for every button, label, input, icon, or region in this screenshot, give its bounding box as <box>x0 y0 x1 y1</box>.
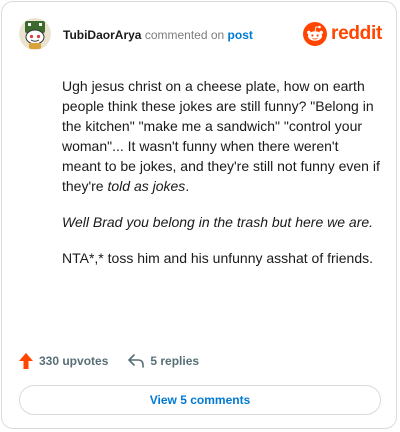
action-text: commented on <box>144 28 225 42</box>
comment-paragraph-2: Well Brad you belong in the trash but he… <box>62 212 380 232</box>
paragraph-1-end: . <box>185 178 190 194</box>
upvote-count: 330 upvotes <box>39 354 109 368</box>
comment-paragraph-3: NTA*,* toss him and his unfunny asshat o… <box>62 250 374 266</box>
upvote-arrow-icon <box>19 353 33 369</box>
reddit-logo[interactable]: reddit <box>303 22 382 46</box>
view-comments-button[interactable]: View 5 comments <box>19 385 381 415</box>
paragraph-2-italic: Well Brad you belong in the trash but he… <box>62 214 374 230</box>
comment-embed-card: TubiDaorArya commented on post reddit Ug… <box>1 1 397 429</box>
comment-actions: 330 upvotes 5 replies <box>19 351 219 371</box>
replies-button[interactable]: 5 replies <box>128 354 199 368</box>
paragraph-1-text: Ugh jesus christ on a cheese plate, how … <box>62 78 380 194</box>
comment-paragraph-1: Ugh jesus christ on a cheese plate, how … <box>62 76 380 196</box>
post-link[interactable]: post <box>228 28 253 42</box>
byline: TubiDaorArya commented on post <box>63 27 253 43</box>
username-link[interactable]: TubiDaorArya <box>63 28 141 42</box>
snoo-avatar-icon <box>19 18 51 50</box>
avatar[interactable] <box>19 18 51 50</box>
comment-body: Ugh jesus christ on a cheese plate, how … <box>62 76 380 284</box>
reply-count: 5 replies <box>150 354 200 368</box>
upvote-button[interactable]: 330 upvotes <box>19 353 108 369</box>
reddit-wordmark: reddit <box>331 23 382 44</box>
reply-icon <box>128 354 145 368</box>
reddit-snoo-icon <box>303 22 328 46</box>
paragraph-1-italic: told as jokes <box>107 178 186 194</box>
comment-header: TubiDaorArya commented on post reddit <box>19 18 382 54</box>
